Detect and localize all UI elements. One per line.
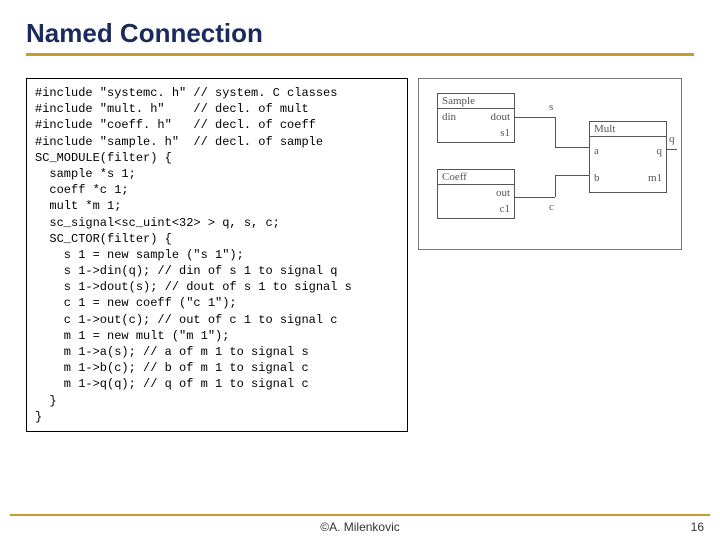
slide-title: Named Connection (26, 18, 694, 49)
module-sample: Sample din dout s1 (437, 93, 515, 143)
port-q: q (657, 145, 663, 157)
footer-author: ©A. Milenkovic (0, 520, 720, 534)
inst-s1: s1 (500, 127, 510, 139)
inst-m1: m1 (648, 172, 662, 184)
signal-c-label: c (549, 201, 554, 213)
content-row: #include "systemc. h" // system. C class… (26, 66, 694, 444)
port-out: out (496, 187, 510, 199)
port-din: din (442, 111, 456, 123)
wire-s-v (555, 117, 556, 147)
footer-rule (10, 514, 710, 516)
code-listing: #include "systemc. h" // system. C class… (26, 78, 408, 432)
block-diagram: Sample din dout s1 Coeff (418, 78, 682, 250)
inst-c1: c1 (500, 203, 510, 215)
wire-s-h2 (555, 147, 589, 148)
title-rule (26, 53, 694, 56)
wire-c-h1 (515, 197, 555, 198)
slide: Named Connection #include "systemc. h" /… (0, 0, 720, 540)
wire-c-h2 (555, 175, 589, 176)
module-mult-title: Mult (590, 122, 666, 137)
port-a: a (594, 145, 599, 157)
module-sample-title: Sample (438, 94, 514, 109)
wire-s-h1 (515, 117, 555, 118)
signal-s-label: s (549, 101, 553, 113)
module-mult: Mult a q b m1 (589, 121, 667, 193)
footer-page-number: 16 (691, 520, 704, 534)
wire-q (667, 149, 677, 150)
module-coeff: Coeff out c1 (437, 169, 515, 219)
module-coeff-title: Coeff (438, 170, 514, 185)
port-b: b (594, 172, 600, 184)
wire-c-v (555, 175, 556, 197)
port-dout: dout (490, 111, 510, 123)
signal-q-label: q (669, 133, 675, 145)
